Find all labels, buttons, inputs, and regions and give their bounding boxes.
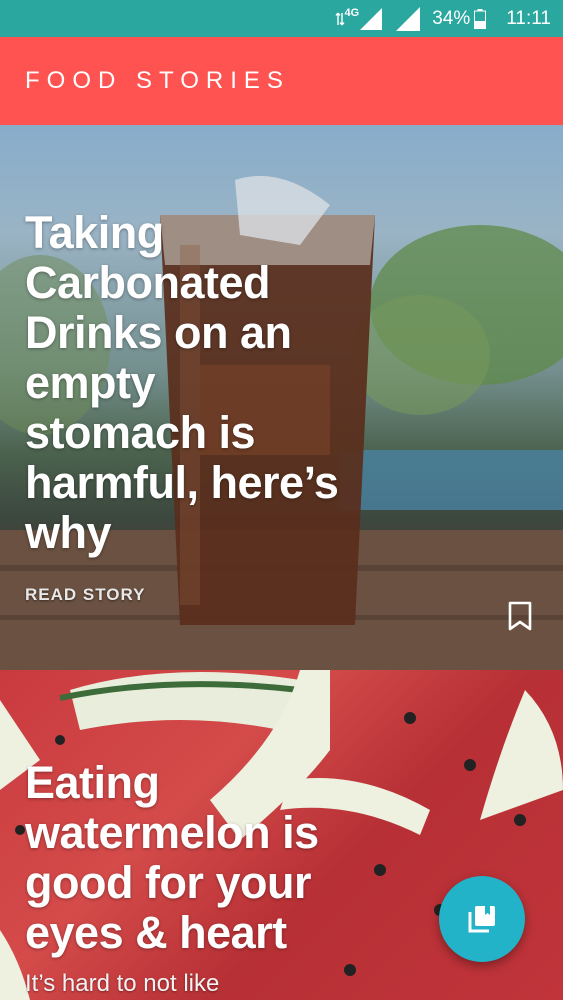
status-bar: 4G 34% 11:11: [0, 0, 563, 37]
battery-percent: 34%: [432, 7, 471, 29]
battery-icon: [474, 8, 487, 29]
bookmark-outline-icon[interactable]: [508, 601, 532, 631]
network-indicator: 4G: [335, 6, 383, 30]
story-excerpt: It’s hard to not like: [25, 970, 220, 997]
status-clock: 11:11: [506, 7, 551, 29]
saved-stories-fab[interactable]: [439, 876, 525, 962]
wifi-signal-icon: [396, 6, 421, 31]
collections-bookmark-icon: [468, 906, 495, 933]
story-card[interactable]: Taking Carbonated Drinks on an empty sto…: [0, 125, 563, 670]
cell-signal-icon: [360, 7, 383, 30]
story-title[interactable]: Taking Carbonated Drinks on an empty sto…: [25, 208, 365, 558]
read-story-link[interactable]: READ STORY: [25, 585, 146, 605]
app-title: FOOD STORIES: [25, 67, 290, 94]
network-type-label: 4G: [344, 6, 360, 19]
story-title[interactable]: Eating watermelon is good for your eyes …: [25, 758, 385, 958]
app-bar: FOOD STORIES: [0, 37, 563, 125]
app-screen: 4G 34% 11:11 FOOD STORIES Taking Carbona…: [0, 0, 563, 1000]
data-arrows-icon: [335, 12, 345, 25]
